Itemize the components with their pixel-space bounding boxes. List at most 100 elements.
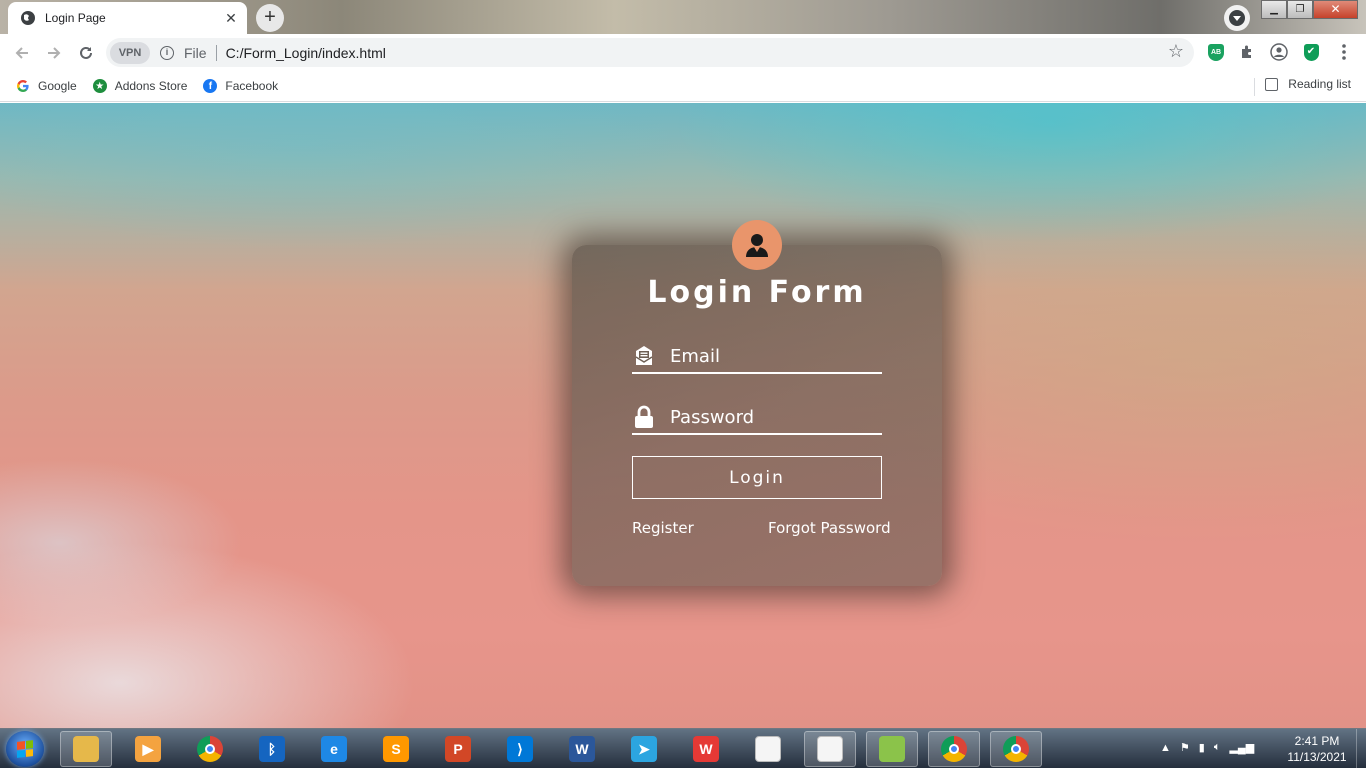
bookmarks-bar: Google ★ Addons Store f Facebook Reading… — [0, 71, 1366, 102]
battery-icon[interactable]: ▮ — [1199, 741, 1205, 754]
system-tray: ▲ ⚑ ▮ 🔈︎ ▂▄▆ — [1160, 741, 1254, 754]
chrome-window-1-icon — [941, 736, 967, 762]
show-desktop-button[interactable] — [1356, 729, 1366, 768]
telegram-icon: ➤ — [631, 736, 657, 762]
chrome-icon — [197, 736, 223, 762]
forgot-password-link[interactable]: Forgot Password — [768, 519, 891, 537]
bookmark-addons-store[interactable]: ★ Addons Store — [92, 79, 188, 93]
reload-button[interactable] — [70, 37, 102, 69]
info-icon[interactable]: i — [160, 45, 174, 60]
taskbar-chrome-window-2[interactable] — [990, 731, 1042, 767]
clock-time: 2:41 PM — [1294, 734, 1340, 748]
tab-login-page[interactable]: Login Page ✕ — [8, 2, 247, 34]
page-title: Login Form — [647, 275, 867, 310]
taskbar-vs-code[interactable]: ⟩ — [494, 731, 546, 767]
password-field[interactable]: Password — [632, 401, 882, 435]
reading-list-label: Reading list — [1288, 77, 1351, 91]
chevron-up-icon[interactable]: ▲ — [1160, 742, 1171, 754]
flag-icon[interactable]: ⚑ — [1180, 741, 1190, 754]
minimize-button[interactable]: ▁ — [1261, 0, 1287, 19]
extensions-puzzle-icon[interactable] — [1237, 42, 1257, 62]
facebook-icon: f — [203, 79, 218, 93]
adblock-extension-icon[interactable]: AB — [1206, 42, 1226, 62]
reload-icon — [80, 46, 92, 59]
maximize-button[interactable]: ❐ — [1287, 0, 1313, 19]
wps-icon: W — [693, 736, 719, 762]
taskbar-powerpoint[interactable]: P — [432, 731, 484, 767]
taskbar-internet-explorer[interactable]: e — [308, 731, 360, 767]
windows-logo-icon — [17, 740, 33, 758]
signal-icon[interactable]: ▂▄▆ — [1229, 741, 1254, 754]
url-text[interactable]: C:/Form_Login/index.html — [226, 45, 386, 61]
file-explorer-icon — [73, 736, 99, 762]
more-menu-icon[interactable] — [1334, 42, 1354, 62]
bookmark-label: Addons Store — [114, 79, 188, 93]
internet-explorer-icon: e — [321, 736, 347, 762]
register-link[interactable]: Register — [632, 519, 694, 537]
taskbar-word[interactable]: W — [556, 731, 608, 767]
bookmark-google[interactable]: Google — [16, 79, 77, 93]
envelope-icon — [632, 344, 656, 368]
sublime-text-icon: S — [383, 736, 409, 762]
page-background: Login Form Email Password Login Register… — [0, 103, 1366, 728]
taskbar: ▶ ᛒ e S P ⟩ W ➤ W ▲ ⚑ ▮ 🔈︎ ▂▄▆ 2:41 PM 11/13/202… — [0, 728, 1366, 768]
clock-date: 11/13/2021 — [1287, 750, 1347, 764]
window-controls: ▁ ❐ ✕ — [1261, 0, 1358, 19]
globe-icon — [20, 10, 36, 26]
taskbar-bluetooth[interactable]: ᛒ — [246, 731, 298, 767]
bookmark-label: Facebook — [225, 79, 279, 93]
bookmark-label: Google — [38, 79, 77, 93]
taskbar-notepad[interactable] — [742, 731, 794, 767]
new-tab-button[interactable]: + — [256, 4, 284, 32]
login-button[interactable]: Login — [632, 456, 882, 499]
tab-search-button[interactable] — [1224, 5, 1250, 31]
scheme-label: File — [184, 44, 217, 61]
arrow-right-icon — [48, 46, 61, 59]
browser-toolbar: VPN i File C:/Form_Login/index.html ☆ — [0, 34, 1366, 71]
word-icon: W — [569, 736, 595, 762]
google-icon — [16, 79, 30, 93]
taskbar-wps[interactable]: W — [680, 731, 732, 767]
vpn-badge[interactable]: VPN — [110, 41, 150, 64]
addons-store-icon: ★ — [92, 79, 107, 93]
document-icon — [817, 736, 843, 762]
chrome-window-2-icon — [1003, 736, 1029, 762]
reading-list-icon — [1265, 77, 1279, 91]
taskbar-telegram[interactable]: ➤ — [618, 731, 670, 767]
address-bar[interactable]: VPN i File C:/Form_Login/index.html ☆ — [106, 38, 1194, 67]
forward-button[interactable] — [38, 37, 70, 69]
security-shield-icon[interactable]: ✔ — [1301, 42, 1321, 62]
taskbar-sublime-text[interactable]: S — [370, 731, 422, 767]
divider — [1254, 78, 1255, 96]
taskbar-notepad-plus[interactable] — [866, 731, 918, 767]
close-tab-icon[interactable]: ✕ — [223, 10, 239, 27]
email-field[interactable]: Email — [632, 340, 882, 374]
taskbar-document[interactable] — [804, 731, 856, 767]
close-window-button[interactable]: ✕ — [1313, 0, 1358, 19]
taskbar-media-player[interactable]: ▶ — [122, 731, 174, 767]
tab-title: Login Page — [45, 11, 106, 25]
powerpoint-icon: P — [445, 736, 471, 762]
taskbar-chrome[interactable] — [184, 731, 236, 767]
email-placeholder: Email — [670, 345, 720, 367]
user-avatar-icon — [732, 220, 782, 270]
taskbar-chrome-window-1[interactable] — [928, 731, 980, 767]
back-button[interactable] — [6, 37, 38, 69]
bookmark-star-icon[interactable]: ☆ — [1168, 41, 1184, 62]
arrow-left-icon — [15, 46, 28, 59]
media-player-icon: ▶ — [135, 736, 161, 762]
volume-icon[interactable]: 🔈︎ — [1214, 741, 1221, 754]
profile-icon[interactable] — [1269, 42, 1289, 62]
vs-code-icon: ⟩ — [507, 736, 533, 762]
bluetooth-icon: ᛒ — [259, 736, 285, 762]
notepad-plus-icon — [879, 736, 905, 762]
lock-icon — [632, 405, 656, 429]
taskbar-file-explorer[interactable] — [60, 731, 112, 767]
password-placeholder: Password — [670, 406, 755, 428]
reading-list-button[interactable]: Reading list — [1265, 77, 1351, 91]
start-button[interactable] — [6, 731, 44, 767]
clock[interactable]: 2:41 PM 11/13/2021 — [1282, 733, 1352, 765]
bookmark-facebook[interactable]: f Facebook — [203, 79, 278, 93]
notepad-icon — [755, 736, 781, 762]
tab-strip: Login Page ✕ + ▁ ❐ ✕ — [0, 0, 1366, 34]
